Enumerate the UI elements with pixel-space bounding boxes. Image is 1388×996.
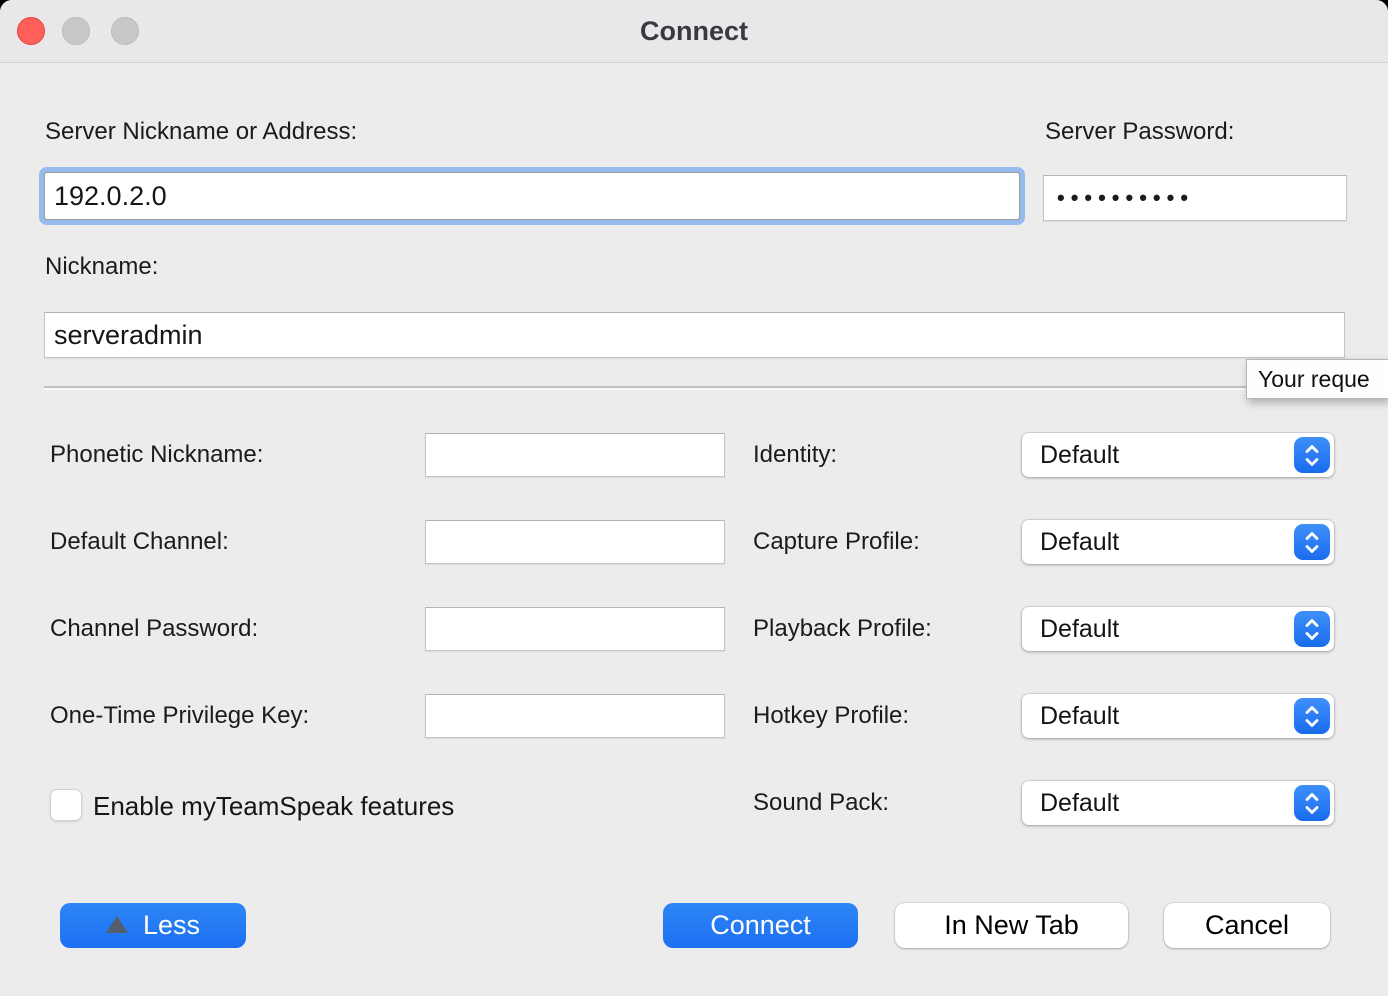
capture-profile-label: Capture Profile: (753, 528, 920, 556)
collapse-triangle-icon (106, 916, 128, 933)
one-time-privilege-key-input[interactable] (425, 694, 725, 738)
capture-profile-select-value: Default (1040, 520, 1119, 564)
server-password-input[interactable] (1043, 175, 1347, 221)
sound-pack-select[interactable]: Default (1022, 781, 1334, 825)
hotkey-profile-label: Hotkey Profile: (753, 702, 909, 730)
phonetic-nickname-label: Phonetic Nickname: (50, 441, 263, 469)
sound-pack-label: Sound Pack: (753, 789, 889, 817)
sound-pack-select-value: Default (1040, 781, 1119, 825)
close-button[interactable] (17, 17, 45, 45)
default-channel-input[interactable] (425, 520, 725, 564)
server-password-label: Server Password: (1045, 118, 1234, 146)
server-address-label: Server Nickname or Address: (45, 118, 357, 146)
chevron-up-down-icon (1294, 698, 1330, 734)
enable-myteamspeak-checkbox[interactable] (50, 789, 82, 821)
in-new-tab-button[interactable]: In New Tab (895, 903, 1128, 948)
chevron-up-down-icon (1294, 785, 1330, 821)
section-separator (44, 386, 1388, 390)
capture-profile-select[interactable]: Default (1022, 520, 1334, 564)
chevron-up-down-icon (1294, 524, 1330, 560)
cancel-button[interactable]: Cancel (1164, 903, 1330, 948)
identity-select[interactable]: Default (1022, 433, 1334, 477)
titlebar: Connect (0, 0, 1388, 63)
nickname-label: Nickname: (45, 253, 158, 281)
connect-button[interactable]: Connect (663, 903, 858, 948)
channel-password-input[interactable] (425, 607, 725, 651)
chevron-up-down-icon (1294, 437, 1330, 473)
chevron-up-down-icon (1294, 611, 1330, 647)
zoom-button[interactable] (111, 17, 139, 45)
nickname-input[interactable] (44, 312, 1345, 358)
playback-profile-label: Playback Profile: (753, 615, 932, 643)
identity-select-value: Default (1040, 433, 1119, 477)
tooltip: Your reque (1246, 359, 1388, 399)
server-address-input[interactable] (44, 172, 1020, 220)
in-new-tab-button-label: In New Tab (944, 910, 1079, 941)
playback-profile-select-value: Default (1040, 607, 1119, 651)
enable-myteamspeak-label: Enable myTeamSpeak features (93, 791, 454, 822)
one-time-privilege-key-label: One-Time Privilege Key: (50, 702, 309, 730)
connect-button-label: Connect (710, 910, 811, 941)
less-button-label: Less (143, 910, 200, 941)
connect-dialog-window: Connect Server Nickname or Address: Serv… (0, 0, 1388, 996)
minimize-button[interactable] (62, 17, 90, 45)
window-title: Connect (0, 0, 1388, 62)
default-channel-label: Default Channel: (50, 528, 229, 556)
phonetic-nickname-input[interactable] (425, 433, 725, 477)
playback-profile-select[interactable]: Default (1022, 607, 1334, 651)
cancel-button-label: Cancel (1205, 910, 1289, 941)
hotkey-profile-select-value: Default (1040, 694, 1119, 738)
identity-label: Identity: (753, 441, 837, 469)
channel-password-label: Channel Password: (50, 615, 258, 643)
less-button[interactable]: Less (60, 903, 246, 948)
hotkey-profile-select[interactable]: Default (1022, 694, 1334, 738)
